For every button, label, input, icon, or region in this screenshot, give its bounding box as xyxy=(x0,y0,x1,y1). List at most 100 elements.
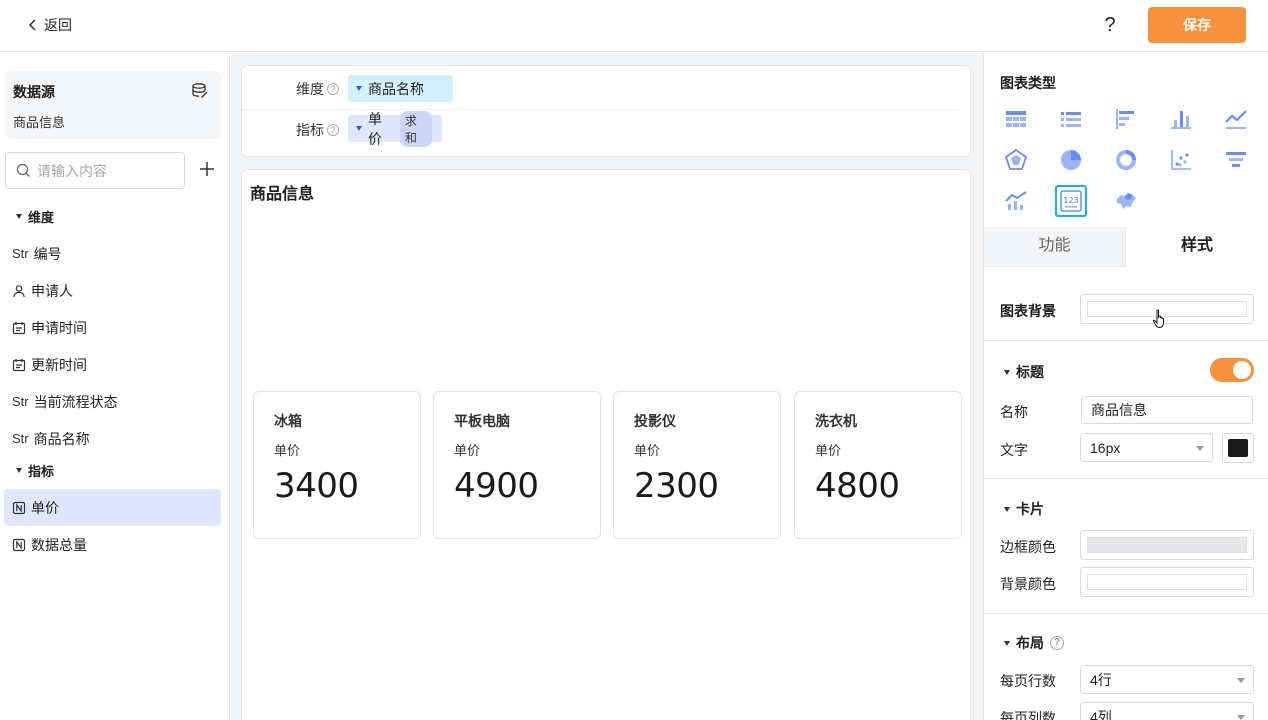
pie-icon[interactable] xyxy=(1055,144,1087,176)
map-icon[interactable] xyxy=(1110,185,1142,217)
chevron-down-icon xyxy=(1237,715,1245,720)
field-label: 申请人 xyxy=(31,282,73,299)
help-circle-icon[interactable]: ? xyxy=(327,83,339,95)
color-swatch xyxy=(1087,537,1247,553)
card-metric: 单价 xyxy=(454,443,481,458)
save-button[interactable]: 保存 xyxy=(1148,7,1246,43)
scatter-icon[interactable] xyxy=(1165,144,1197,176)
title-name-input[interactable] xyxy=(1081,396,1253,424)
help-circle-icon[interactable]: ? xyxy=(327,124,339,136)
title-toggle[interactable] xyxy=(1210,358,1254,382)
calendar-icon xyxy=(12,358,26,371)
layout-section-header[interactable]: 布局 ? xyxy=(1004,633,1064,653)
caret-down-icon[interactable] xyxy=(356,86,362,91)
cols-select[interactable]: 4列 xyxy=(1080,702,1254,720)
text-color-picker[interactable] xyxy=(1222,433,1254,463)
field-item[interactable]: Str 当前流程状态 xyxy=(4,383,221,420)
chart-bg-label: 图表背景 xyxy=(1000,303,1056,319)
border-color-label: 边框颜色 xyxy=(1000,539,1056,555)
line-icon[interactable] xyxy=(1220,103,1252,135)
chevron-down-icon xyxy=(1196,446,1204,451)
field-item[interactable]: Str 商品名称 xyxy=(4,420,221,457)
name-label: 名称 xyxy=(1000,404,1028,420)
panel-tabs: 功能 样式 xyxy=(984,227,1268,267)
string-type-icon: Str xyxy=(12,431,29,446)
bar-vertical-icon[interactable] xyxy=(1165,103,1197,135)
string-type-icon: Str xyxy=(12,246,29,261)
rows-value: 4行 xyxy=(1090,671,1112,688)
donut-icon[interactable] xyxy=(1110,144,1142,176)
title-section-label: 标题 xyxy=(1016,364,1044,380)
field-item[interactable]: 数据总量 xyxy=(4,526,221,563)
field-search[interactable] xyxy=(5,152,185,189)
field-label: 编号 xyxy=(33,245,62,262)
list-icon[interactable] xyxy=(1055,103,1087,135)
card-value: 2300 xyxy=(634,466,719,506)
field-item[interactable]: 更新时间 xyxy=(4,346,221,383)
card-name: 投影仪 xyxy=(634,413,676,429)
user-icon xyxy=(13,284,25,297)
combo-icon[interactable] xyxy=(1000,185,1032,217)
tab-style[interactable]: 样式 xyxy=(1126,227,1268,267)
chart-preview: 商品信息 冰箱 单价 3400 平板电脑 单价 4900 投影仪 单价 2300… xyxy=(241,169,971,720)
datasource-name: 商品信息 xyxy=(13,115,66,130)
metric-pill-label: 单价 xyxy=(368,110,382,147)
help-icon[interactable]: ? xyxy=(1100,14,1120,36)
card-value: 4800 xyxy=(815,466,900,506)
indicator-card-icon[interactable]: 123 xyxy=(1055,185,1087,217)
chart-bg-color-picker[interactable] xyxy=(1080,294,1254,324)
field-item[interactable]: 申请时间 xyxy=(4,309,221,346)
bg-color-picker[interactable] xyxy=(1080,567,1254,597)
title-section-header[interactable]: 标题 xyxy=(1004,362,1044,382)
indicator-card: 洗衣机 单价 4800 xyxy=(794,391,962,539)
table-icon[interactable] xyxy=(1000,103,1032,135)
card-metric: 单价 xyxy=(274,443,301,458)
metric-group-header[interactable]: 指标 xyxy=(16,461,54,480)
border-color-picker[interactable] xyxy=(1080,530,1254,560)
card-section-header[interactable]: 卡片 xyxy=(1004,499,1044,519)
funnel-icon[interactable] xyxy=(1220,144,1252,176)
field-item-selected[interactable]: 单价 xyxy=(4,489,221,526)
search-input[interactable] xyxy=(37,162,177,179)
bar-horizontal-icon[interactable] xyxy=(1110,103,1142,135)
metric-label-text: 指标 xyxy=(296,122,324,138)
divider xyxy=(984,478,1268,479)
datasource-title: 数据源 xyxy=(13,84,55,100)
card-metric: 单价 xyxy=(815,443,842,458)
caret-down-icon xyxy=(1004,506,1010,512)
add-field-icon[interactable] xyxy=(198,160,216,178)
help-circle-icon[interactable]: ? xyxy=(1050,636,1064,650)
indicator-card: 投影仪 单价 2300 xyxy=(613,391,781,539)
card-value: 3400 xyxy=(274,466,359,506)
divider xyxy=(984,613,1268,614)
caret-down-icon[interactable] xyxy=(356,126,362,131)
field-item[interactable]: Str 编号 xyxy=(4,235,221,272)
field-label: 数据总量 xyxy=(31,536,87,553)
aggregation-badge[interactable]: 求和 xyxy=(399,110,432,147)
top-bar: 返回 ? 保存 xyxy=(0,0,1268,52)
number-icon xyxy=(12,538,26,551)
dimension-group-header[interactable]: 维度 xyxy=(16,207,54,226)
indicator-card: 冰箱 单价 3400 xyxy=(253,391,421,539)
rows-label: 每页行数 xyxy=(1000,673,1056,689)
back-button[interactable]: 返回 xyxy=(26,15,72,35)
field-item[interactable]: 申请人 xyxy=(4,272,221,309)
svg-text:123: 123 xyxy=(1063,196,1078,205)
metric-pill[interactable]: 单价 求和 xyxy=(348,110,442,147)
caret-down-icon xyxy=(1004,369,1010,375)
back-label: 返回 xyxy=(44,17,72,33)
rows-select[interactable]: 4行 xyxy=(1080,665,1254,694)
dimension-pill[interactable]: 商品名称 xyxy=(348,75,453,102)
canvas-area: 维度 ? 商品名称 指标 ? 单价 求和 商品信息 冰箱 单价 3400 平板电… xyxy=(231,53,983,720)
database-switch-icon[interactable] xyxy=(191,82,209,100)
caret-down-icon xyxy=(16,468,22,473)
datasource-card[interactable]: 数据源 商品信息 xyxy=(5,71,221,139)
search-icon xyxy=(16,163,30,177)
radar-icon[interactable] xyxy=(1000,144,1032,176)
chart-title: 商品信息 xyxy=(250,186,315,203)
field-config-panel: 维度 ? 商品名称 指标 ? 单价 求和 xyxy=(241,65,971,157)
indicator-card: 平板电脑 单价 4900 xyxy=(433,391,601,539)
font-size-select[interactable]: 16px xyxy=(1080,433,1213,462)
tab-function[interactable]: 功能 xyxy=(984,227,1126,267)
card-value: 4900 xyxy=(454,466,539,506)
